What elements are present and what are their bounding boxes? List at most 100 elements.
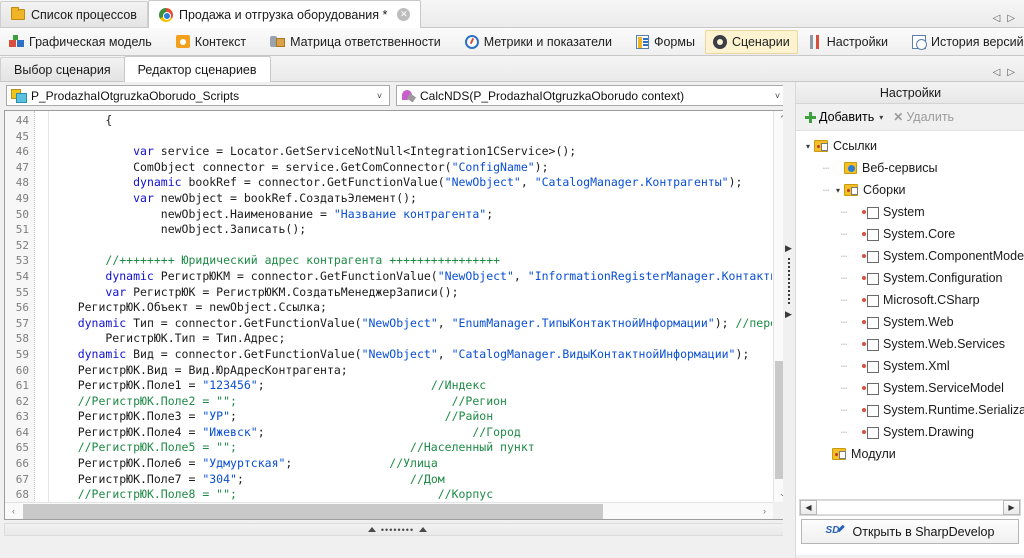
ribbon-item-label: Графическая модель xyxy=(29,34,152,49)
expand-right-icon-2[interactable]: ▶ xyxy=(785,310,793,319)
code-line[interactable]: //РегистрЮК.Поле5 = ""; //Населенный пун… xyxy=(50,440,772,456)
code-line[interactable] xyxy=(50,238,772,254)
tree-item-system-servicemodel[interactable]: ┄ System.ServiceModel xyxy=(796,377,1024,399)
scroll-right-icon[interactable]: › xyxy=(756,503,773,519)
code-line[interactable]: //РегистрЮК.Поле2 = ""; //Регион xyxy=(50,394,772,410)
tree-item-system-runtime-serializatio[interactable]: ┄ System.Runtime.Serializatio xyxy=(796,399,1024,421)
collapse-up-icon[interactable] xyxy=(367,527,376,532)
open-in-sharpdevelop-button[interactable]: SD Открыть в SharpDevelop xyxy=(801,519,1019,544)
code-line[interactable]: dynamic Тип = connector.GetFunctionValue… xyxy=(50,316,772,332)
tree-item--[interactable]: ▾ Ссылки xyxy=(796,135,1024,157)
document-tab-label: Список процессов xyxy=(31,7,137,22)
code-line[interactable]: РегистрЮК.Поле3 = "УР"; //Район xyxy=(50,409,772,425)
ribbon-item-forms[interactable]: Формы xyxy=(628,30,703,54)
ribbon-item-label: Формы xyxy=(653,34,695,49)
ribbon-item-metrics[interactable]: Метрики и показатели xyxy=(457,30,620,54)
code-line[interactable]: РегистрЮК.Тип = Тип.Адрес; xyxy=(50,331,772,347)
code-line[interactable]: var РегистрЮК = РегистрЮКМ.СоздатьМенедж… xyxy=(50,285,772,301)
tree-item-system-web[interactable]: ┄ System.Web xyxy=(796,311,1024,333)
metric-icon xyxy=(464,34,479,49)
pane-splitter[interactable]: •••••••• xyxy=(4,523,791,536)
folder-icon xyxy=(832,448,846,460)
tree-item-label: System.Runtime.Serializatio xyxy=(883,403,1024,417)
scroll-left-icon[interactable]: ◀ xyxy=(800,500,817,515)
code-text-area[interactable]: { var service = Locator.GetServiceNotNul… xyxy=(50,113,772,502)
chevron-right-icon[interactable]: ▷ xyxy=(1007,13,1015,24)
collapse-up-icon-2[interactable] xyxy=(419,527,428,532)
script-file-select[interactable]: P_ProdazhaIOtgruzkaOborudo_Scripts ˅ xyxy=(6,85,390,106)
assembly-icon xyxy=(862,250,879,263)
code-line[interactable]: РегистрЮК.Объект = newObject.Ссылка; xyxy=(50,300,772,316)
code-fold-column[interactable] xyxy=(36,111,49,519)
tree-item-label: System.Configuration xyxy=(883,271,1003,285)
code-line[interactable]: ComObject connector = service.GetComConn… xyxy=(50,160,772,176)
tree-scroll-track[interactable] xyxy=(817,500,1003,515)
line-number: 60 xyxy=(15,363,29,377)
code-line[interactable]: { xyxy=(50,113,772,129)
tree-item--[interactable]: Модули xyxy=(796,443,1024,465)
ribbon-item-context[interactable]: Контекст xyxy=(168,30,254,54)
chrome-icon xyxy=(158,7,173,22)
line-number: 57 xyxy=(15,316,29,330)
pane-expander-strip[interactable]: ▶ ▶ xyxy=(783,82,795,558)
chevron-left-icon[interactable]: ◁ xyxy=(993,13,1001,24)
scroll-left-icon[interactable]: ‹ xyxy=(5,503,22,519)
ribbon-item-settings[interactable]: Настройки xyxy=(800,30,896,54)
code-line[interactable]: РегистрЮК.Вид = Вид.ЮрАдресКонтрагента; xyxy=(50,363,772,379)
tab-scenario-editor[interactable]: Редактор сценариев xyxy=(123,56,271,82)
chevron-down-icon[interactable]: ˅ xyxy=(372,91,387,101)
code-line[interactable]: РегистрЮК.Поле7 = "304"; //Дом xyxy=(50,472,772,488)
line-number: 54 xyxy=(15,269,29,283)
chevron-right-icon[interactable]: ▷ xyxy=(1007,67,1015,78)
code-line[interactable]: var newObject = bookRef.СоздатьЭлемент()… xyxy=(50,191,772,207)
tree-item-system-drawing[interactable]: ┄ System.Drawing xyxy=(796,421,1024,443)
code-line[interactable]: newObject.Записать(); xyxy=(50,222,772,238)
delete-button[interactable]: ✕ Удалить xyxy=(890,109,957,125)
tree-expander-icon[interactable]: ▾ xyxy=(802,142,814,151)
tree-item-microsoft-csharp[interactable]: ┄ Microsoft.CSharp xyxy=(796,289,1024,311)
code-line[interactable]: //++++++++ Юридический адрес контрагента… xyxy=(50,253,772,269)
chevron-down-icon[interactable]: ▾ xyxy=(879,113,883,122)
line-number: 46 xyxy=(15,145,29,159)
code-editor[interactable]: 44 45 46 47 48 49 50 51 52 53 54 55 56 57 58 59 60 61 62 63… xyxy=(4,110,791,520)
add-button[interactable]: Добавить ▾ xyxy=(802,109,886,125)
tree-expander-icon[interactable]: ▾ xyxy=(832,186,844,195)
ribbon-item-graphic-model[interactable]: Графическая модель xyxy=(1,30,160,54)
tree-item-system[interactable]: ┄ System xyxy=(796,201,1024,223)
document-tab-process-list[interactable]: Список процессов xyxy=(0,1,148,27)
document-tab-sales-shipment[interactable]: Продажа и отгрузка оборудования * ✕ xyxy=(147,0,422,28)
code-line[interactable]: РегистрЮК.Поле4 = "Ижевск"; //Город xyxy=(50,425,772,441)
chevron-left-icon[interactable]: ◁ xyxy=(993,67,1001,78)
tree-item--[interactable]: ┄ Веб-сервисы xyxy=(796,157,1024,179)
tree-item-system-xml[interactable]: ┄ System.Xml xyxy=(796,355,1024,377)
code-line[interactable]: РегистрЮК.Поле6 = "Удмуртская"; //Улица xyxy=(50,456,772,472)
editor-horizontal-scrollbar[interactable]: ‹ › xyxy=(5,502,773,519)
code-line[interactable]: var service = Locator.GetServiceNotNull<… xyxy=(50,144,772,160)
ribbon-item-responsibility-matrix[interactable]: Матрица ответственности xyxy=(262,30,449,54)
tree-item-system-web-services[interactable]: ┄ System.Web.Services xyxy=(796,333,1024,355)
horizontal-scroll-thumb[interactable] xyxy=(23,504,603,519)
tree-item-system-componentmodel-d[interactable]: ┄ System.ComponentModel.D xyxy=(796,245,1024,267)
scroll-right-icon[interactable]: ▶ xyxy=(1003,500,1020,515)
close-icon[interactable]: ✕ xyxy=(397,8,411,21)
code-line[interactable]: РегистрЮК.Поле1 = "123456"; //Индекс xyxy=(50,378,772,394)
ribbon-item-version-history[interactable]: История версий xyxy=(904,30,1024,54)
plus-icon xyxy=(805,111,816,123)
tab-scenario-selection[interactable]: Выбор сценария xyxy=(0,57,125,81)
code-line[interactable]: dynamic РегистрЮКМ = connector.GetFuncti… xyxy=(50,269,772,285)
tree-item-system-core[interactable]: ┄ System.Core xyxy=(796,223,1024,245)
method-select[interactable]: CalcNDS(P_ProdazhaIOtgruzkaOborudo conte… xyxy=(396,85,788,106)
tree-guide-line: ┄ xyxy=(840,294,848,307)
ribbon-item-scenarios[interactable]: Сценарии xyxy=(704,29,798,54)
code-line[interactable]: dynamic bookRef = connector.GetFunctionV… xyxy=(50,175,772,191)
tree-horizontal-scrollbar[interactable]: ◀ ▶ xyxy=(799,499,1021,516)
expand-right-icon[interactable]: ▶ xyxy=(785,244,793,253)
tree-item--[interactable]: ┄ ▾ Сборки xyxy=(796,179,1024,201)
tree-item-system-configuration[interactable]: ┄ System.Configuration xyxy=(796,267,1024,289)
references-tree[interactable]: ▾ Ссылки ┄ Веб-сервисы ┄ ▾ Сборки ┄ System ┄ Syste… xyxy=(796,130,1024,555)
code-line[interactable] xyxy=(50,129,772,145)
code-line[interactable]: newObject.Наименование = "Название контр… xyxy=(50,207,772,223)
code-line[interactable]: dynamic Вид = connector.GetFunctionValue… xyxy=(50,347,772,363)
code-line[interactable]: //РегистрЮК.Поле8 = ""; //Корпус xyxy=(50,487,772,502)
tree-guide-line: ┄ xyxy=(840,250,848,263)
